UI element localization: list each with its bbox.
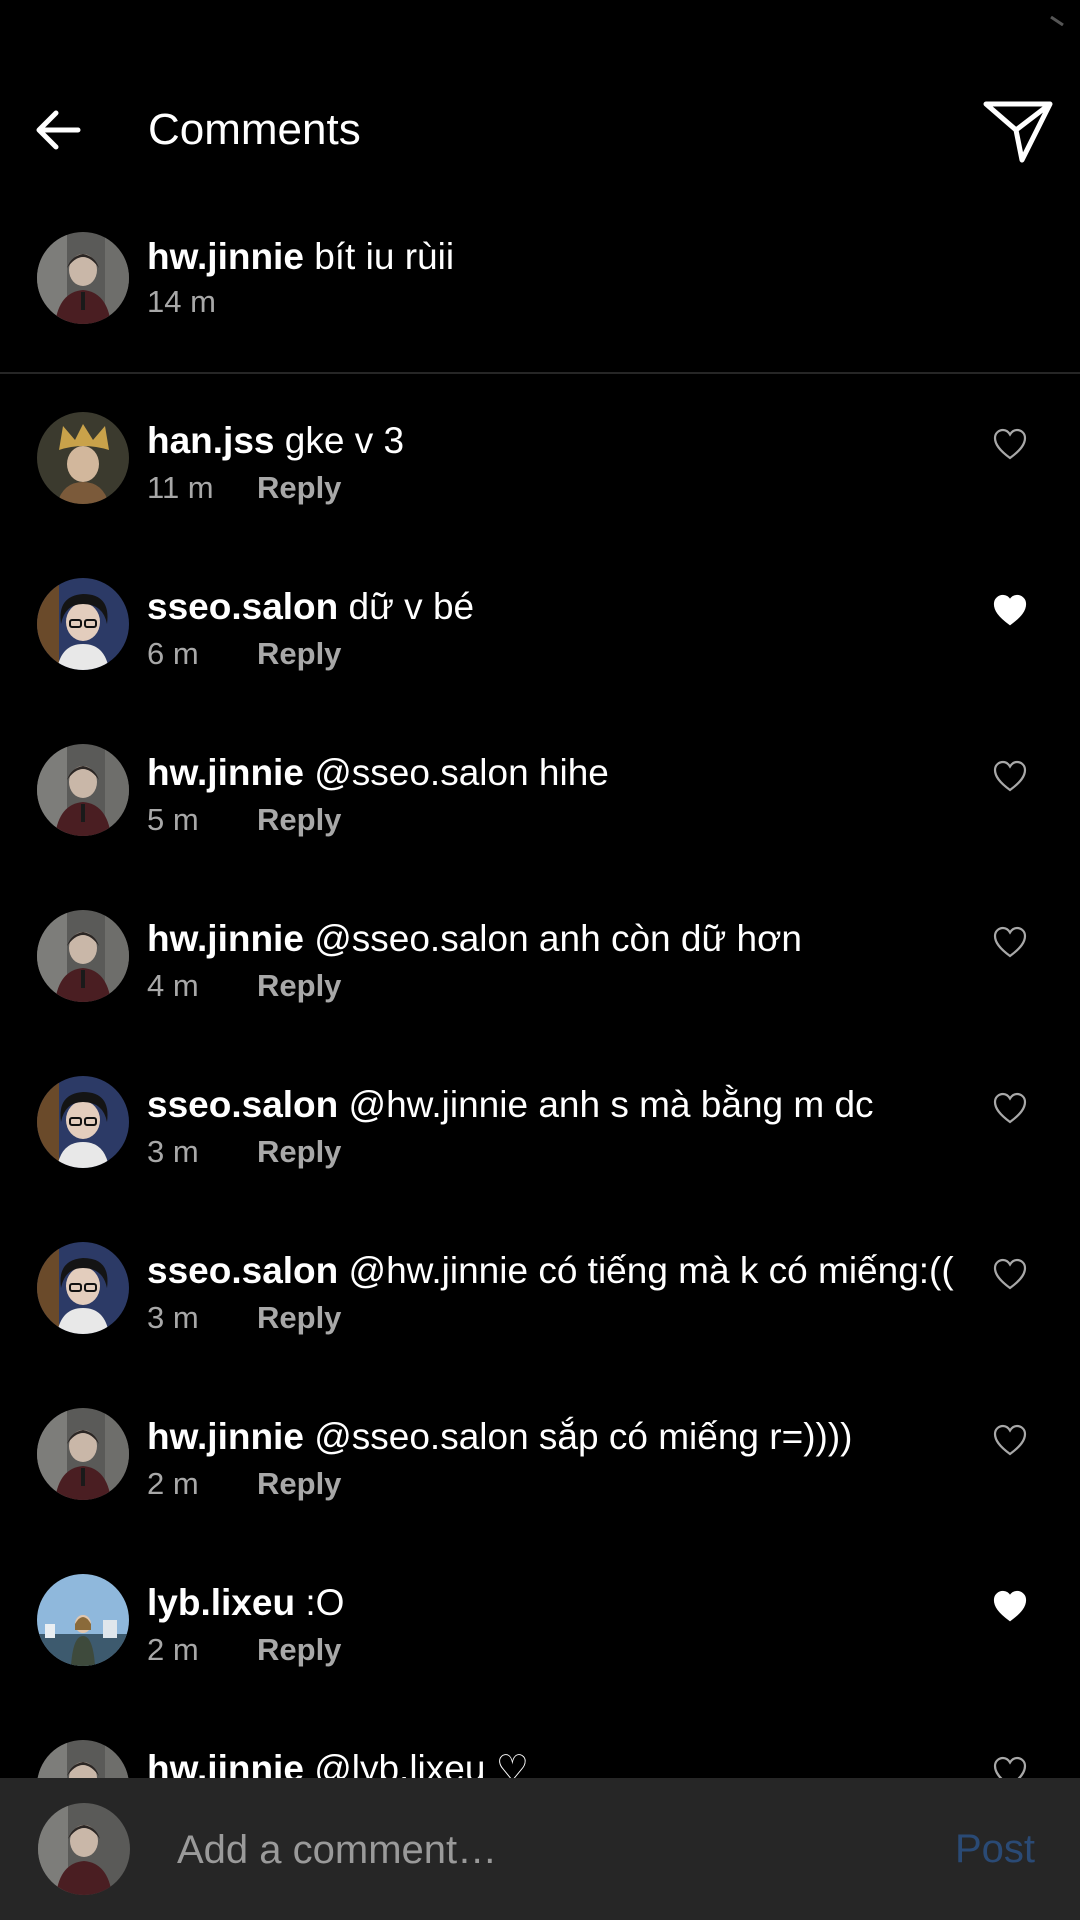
comment-text: hw.jinnie @sseo.salon anh còn dữ hơn [147,916,802,962]
comment-body: gke v 3 [284,420,405,461]
like-button[interactable] [993,1590,1027,1622]
arrow-left-icon [36,110,81,150]
comment-text: lyb.lixeu :O [147,1580,344,1626]
avatar[interactable] [37,910,129,1002]
comment-row: han.jss gke v 3 11 m Reply [0,412,1080,578]
heart-outline-icon [993,428,1027,460]
caption-meta: 14 m [147,282,216,322]
back-button[interactable] [30,100,90,160]
comment-time: 6 m [147,636,199,671]
reply-button[interactable]: Reply [257,802,341,837]
like-button[interactable] [993,1092,1027,1124]
caption-divider [0,372,1080,374]
comment-time: 2 m [147,1466,199,1501]
send-icon [983,101,1053,163]
comment-body: @sseo.salon sắp có miếng r=)))) [314,1416,853,1457]
comment-row: sseo.salon dữ v bé 6 m Reply [0,578,1080,744]
comment-username[interactable]: hw.jinnie [147,918,304,959]
comment-text: sseo.salon dữ v bé [147,584,474,630]
reply-button[interactable]: Reply [257,470,341,505]
comment-text: hw.jinnie @sseo.salon sắp có miếng r=)))… [147,1414,853,1460]
comment-username[interactable]: sseo.salon [147,1250,338,1291]
reply-button[interactable]: Reply [257,968,341,1003]
comment-username[interactable]: lyb.lixeu [147,1582,295,1623]
post-caption: hw.jinnie bít iu rùii 14 m [0,230,1080,370]
comment-body: @sseo.salon hihe [314,752,609,793]
comment-meta: 4 m Reply [147,966,341,1006]
status-indicator-icon [1050,16,1064,26]
reply-button[interactable]: Reply [257,636,341,671]
comment-text: sseo.salon @hw.jinnie có tiếng mà k có m… [147,1248,954,1294]
comment-text: han.jss gke v 3 [147,418,404,464]
header: Comments [0,0,1080,230]
post-button[interactable]: Post [955,1824,1035,1874]
avatar[interactable] [37,744,129,836]
reply-button[interactable]: Reply [257,1632,341,1667]
comment-text: sseo.salon @hw.jinnie anh s mà bằng m dc [147,1082,874,1128]
avatar[interactable] [37,578,129,670]
comment-meta: 5 m Reply [147,800,341,840]
comment-meta: 2 m Reply [147,1464,341,1504]
caption-body: bít iu rùii [314,236,455,277]
comment-body: @sseo.salon anh còn dữ hơn [314,918,802,959]
comment-row: sseo.salon @hw.jinnie anh s mà bằng m dc… [0,1076,1080,1242]
heart-outline-icon [993,1424,1027,1456]
caption-time: 14 m [147,284,216,319]
comment-body: @hw.jinnie anh s mà bằng m dc [348,1084,874,1125]
comment-time: 3 m [147,1300,199,1335]
comment-meta: 2 m Reply [147,1630,341,1670]
comment-time: 4 m [147,968,199,1003]
comment-time: 2 m [147,1632,199,1667]
avatar[interactable] [37,1076,129,1168]
reply-button[interactable]: Reply [257,1300,341,1335]
avatar[interactable] [37,1242,129,1334]
avatar[interactable] [37,412,129,504]
comment-username[interactable]: sseo.salon [147,1084,338,1125]
page-title: Comments [148,105,361,154]
comment-row: sseo.salon @hw.jinnie có tiếng mà k có m… [0,1242,1080,1408]
like-button[interactable] [993,926,1027,958]
like-button[interactable] [993,594,1027,626]
reply-button[interactable]: Reply [257,1134,341,1169]
own-avatar [38,1803,130,1895]
comment-row: lyb.lixeu :O 2 m Reply [0,1574,1080,1740]
share-button[interactable] [982,96,1054,168]
like-button[interactable] [993,1424,1027,1456]
heart-outline-icon [993,1092,1027,1124]
heart-outline-icon [993,1258,1027,1290]
like-button[interactable] [993,1258,1027,1290]
comment-username[interactable]: hw.jinnie [147,1416,304,1457]
comment-text: hw.jinnie @sseo.salon hihe [147,750,609,796]
comment-input[interactable] [175,1818,939,1882]
comment-row: hw.jinnie @sseo.salon anh còn dữ hơn 4 m R… [0,910,1080,1076]
comment-time: 5 m [147,802,199,837]
avatar[interactable] [37,1408,129,1500]
avatar[interactable] [37,232,129,324]
comment-row: hw.jinnie @sseo.salon sắp có miếng r=)))… [0,1408,1080,1574]
reply-button[interactable]: Reply [257,1466,341,1501]
caption-username[interactable]: hw.jinnie [147,236,304,277]
avatar[interactable] [37,1574,129,1666]
comment-meta: 6 m Reply [147,634,341,674]
comment-row: hw.jinnie @sseo.salon hihe 5 m Reply [0,744,1080,910]
comment-meta: 3 m Reply [147,1132,341,1172]
comment-body: @hw.jinnie có tiếng mà k có miếng:(( [348,1250,954,1291]
comment-username[interactable]: han.jss [147,420,275,461]
heart-outline-icon [993,760,1027,792]
heart-filled-icon [993,594,1027,626]
caption-text: hw.jinnie bít iu rùii [147,234,454,280]
heart-filled-icon [993,1590,1027,1622]
comment-time: 11 m [147,470,214,505]
heart-outline-icon [993,926,1027,958]
comment-composer: Post [0,1778,1080,1920]
comment-username[interactable]: hw.jinnie [147,752,304,793]
comment-meta: 11 m Reply [147,468,341,508]
comment-meta: 3 m Reply [147,1298,341,1338]
comment-time: 3 m [147,1134,199,1169]
comment-body: dữ v bé [348,586,475,627]
comment-username[interactable]: sseo.salon [147,586,338,627]
comment-body: :O [305,1582,345,1623]
like-button[interactable] [993,760,1027,792]
like-button[interactable] [993,428,1027,460]
